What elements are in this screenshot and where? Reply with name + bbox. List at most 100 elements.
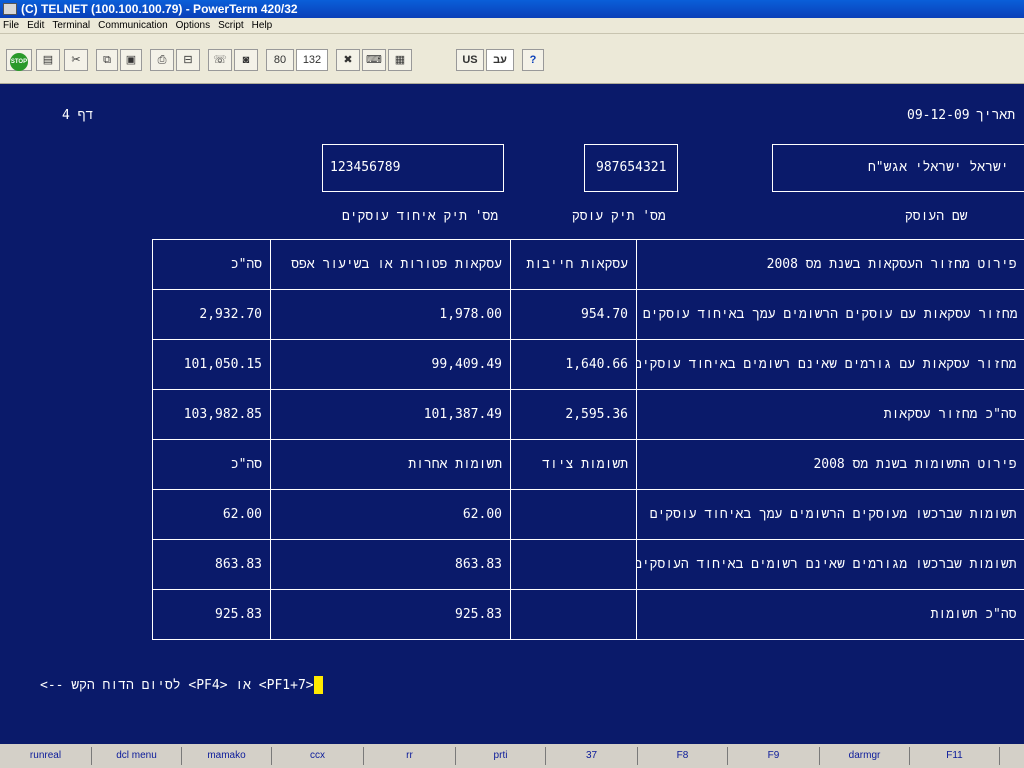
row-total: 863.83 <box>152 539 271 590</box>
table-row: 101,050.15 99,409.49 1,640.66 מחזור עסקא… <box>152 339 1024 390</box>
window-titlebar[interactable]: (C) TELNET (100.100.100.79) - PowerTerm … <box>0 0 1024 18</box>
business-id-value: 123456789 <box>330 160 401 175</box>
exempt-header: עסקאות פטורות או בשיעור אפס <box>270 239 511 290</box>
text-cursor[interactable] <box>313 676 323 694</box>
lang-us-button[interactable]: US <box>456 49 484 71</box>
file-number-value: 987654321 <box>596 160 667 175</box>
business-id-label: מס' תיק איחוד עוסקים <box>342 209 499 224</box>
columns-132-button[interactable]: 132 <box>296 49 328 71</box>
menu-options[interactable]: Options <box>176 18 210 33</box>
row-description: תשומות שברכשו מעוסקים הרשומים עמך באיחוד… <box>636 489 1024 540</box>
row-value <box>510 489 637 540</box>
tools-button[interactable]: ✖ <box>336 49 360 71</box>
row-value: 62.00 <box>270 489 511 540</box>
app-icon <box>3 3 17 15</box>
connect-button[interactable]: ☏ <box>208 49 232 71</box>
table-row: 2,932.70 1,978.00 954.70 מחזור עסקאות עם… <box>152 289 1024 340</box>
prompt-text: <PF1+7> או <PF4> לסיום הדוח הקש --> <box>40 677 314 693</box>
table-row: 925.83 925.83 סה"כ תשומות <box>152 589 1024 640</box>
keyboard-icon: ⌨ <box>366 54 382 66</box>
row-value: 2,595.36 <box>510 389 637 440</box>
row-description: מחזור עסקאות עם גורמים שאינם רשומים באיח… <box>636 339 1024 390</box>
menu-terminal[interactable]: Terminal <box>52 18 90 33</box>
toolbar: STOP ▤ ✂ ⧉ ▣ ⎙ ⊟ ☏ ◙ 80 132 ✖ ⌨ ▦ US עב … <box>0 34 1024 84</box>
equipment-inputs-header: תשומות ציוד <box>510 439 637 490</box>
print-setup-icon: ⊟ <box>183 54 193 66</box>
total-header: סה"כ <box>152 439 271 490</box>
printer-icon: ▤ <box>42 54 54 66</box>
print-screen-button[interactable]: ▤ <box>36 49 60 71</box>
total-header: סה"כ <box>152 239 271 290</box>
terminal-screen[interactable]: דף 4 09-12-09 תאריך 123456789 987654321 … <box>0 84 1024 744</box>
menu-help[interactable]: Help <box>252 18 273 33</box>
function-key-bar: runreal dcl menu mamako ccx rr prti 37 F… <box>0 744 1024 768</box>
row-description: תשומות שברכשו מגורמים שאינם רשומים באיחו… <box>636 539 1024 590</box>
fkey-rr[interactable]: rr <box>364 747 456 765</box>
copy-button[interactable]: ⧉ <box>96 49 118 71</box>
page-number: דף 4 <box>62 108 94 123</box>
print-icon: ⎙ <box>157 54 167 66</box>
row-description: פירוט התשומות בשנת מס 2008 <box>636 439 1024 490</box>
menu-script[interactable]: Script <box>218 18 244 33</box>
row-total: 925.83 <box>152 589 271 640</box>
vat-report-table: סה"כ עסקאות פטורות או בשיעור אפס עסקאות … <box>152 239 1024 640</box>
menu-communication[interactable]: Communication <box>98 18 167 33</box>
keyboard-button[interactable]: ⌨ <box>362 49 386 71</box>
row-value: 99,409.49 <box>270 339 511 390</box>
fkey-37[interactable]: 37 <box>546 747 638 765</box>
fkey-dcl-menu[interactable]: dcl menu <box>92 747 182 765</box>
paste-icon: ▣ <box>125 54 137 66</box>
row-total: 103,982.85 <box>152 389 271 440</box>
date-label: תאריך <box>976 108 1016 123</box>
taxable-header: עסקאות חייבות <box>510 239 637 290</box>
grid-icon: ▦ <box>394 54 406 66</box>
tools-icon: ✖ <box>343 54 353 66</box>
capture-button[interactable]: ◙ <box>234 49 258 71</box>
row-value: 1,978.00 <box>270 289 511 340</box>
menu-edit[interactable]: Edit <box>27 18 44 33</box>
row-description: סה"כ מחזור עסקאות <box>636 389 1024 440</box>
row-value <box>510 539 637 590</box>
camera-icon: ◙ <box>242 54 250 66</box>
prompt-line: <PF1+7> או <PF4> לסיום הדוח הקש --> <box>40 676 323 694</box>
print-setup-button[interactable]: ⊟ <box>176 49 200 71</box>
grid-button[interactable]: ▦ <box>388 49 412 71</box>
lang-hebrew-button[interactable]: עב <box>486 49 514 71</box>
fkey-mamako[interactable]: mamako <box>182 747 272 765</box>
file-number-label: מס' תיק עוסק <box>572 209 666 224</box>
scissors-icon: ✂ <box>71 54 81 66</box>
help-button[interactable]: ? <box>522 49 544 71</box>
row-total: 2,932.70 <box>152 289 271 340</box>
copy-icon: ⧉ <box>103 54 111 66</box>
business-name-label: שם העוסק <box>905 209 968 224</box>
row-value: 1,640.66 <box>510 339 637 390</box>
fkey-darmgr[interactable]: darmgr <box>820 747 910 765</box>
table-row: סה"כ עסקאות פטורות או בשיעור אפס עסקאות … <box>152 239 1024 290</box>
table-row: 62.00 62.00 תשומות שברכשו מעוסקים הרשומי… <box>152 489 1024 540</box>
fkey-ccx[interactable]: ccx <box>272 747 364 765</box>
fkey-prti[interactable]: prti <box>456 747 546 765</box>
stop-button[interactable]: STOP <box>6 49 32 71</box>
table-row: סה"כ תשומות אחרות תשומות ציוד פירוט התשו… <box>152 439 1024 490</box>
fkey-f11[interactable]: F11 <box>910 747 1000 765</box>
row-value: 863.83 <box>270 539 511 590</box>
menu-file[interactable]: File <box>3 18 19 33</box>
phone-icon: ☏ <box>213 54 227 66</box>
fkey-f9[interactable]: F9 <box>728 747 820 765</box>
row-total: 62.00 <box>152 489 271 540</box>
paste-button[interactable]: ▣ <box>120 49 142 71</box>
other-inputs-header: תשומות אחרות <box>270 439 511 490</box>
fkey-runreal[interactable]: runreal <box>0 747 92 765</box>
question-icon: ? <box>529 54 537 66</box>
business-name-value: ישראל ישראלי אגש"ח <box>868 160 1009 175</box>
window-title: (C) TELNET (100.100.100.79) - PowerTerm … <box>21 2 298 16</box>
row-value: 101,387.49 <box>270 389 511 440</box>
fkey-f8[interactable]: F8 <box>638 747 728 765</box>
cut-button[interactable]: ✂ <box>64 49 88 71</box>
columns-80-button[interactable]: 80 <box>266 49 294 71</box>
row-description: פירוט מחזור העסקאות בשנת מס 2008 <box>636 239 1024 290</box>
row-value: 954.70 <box>510 289 637 340</box>
print-button[interactable]: ⎙ <box>150 49 174 71</box>
table-row: 863.83 863.83 תשומות שברכשו מגורמים שאינ… <box>152 539 1024 590</box>
row-total: 101,050.15 <box>152 339 271 390</box>
